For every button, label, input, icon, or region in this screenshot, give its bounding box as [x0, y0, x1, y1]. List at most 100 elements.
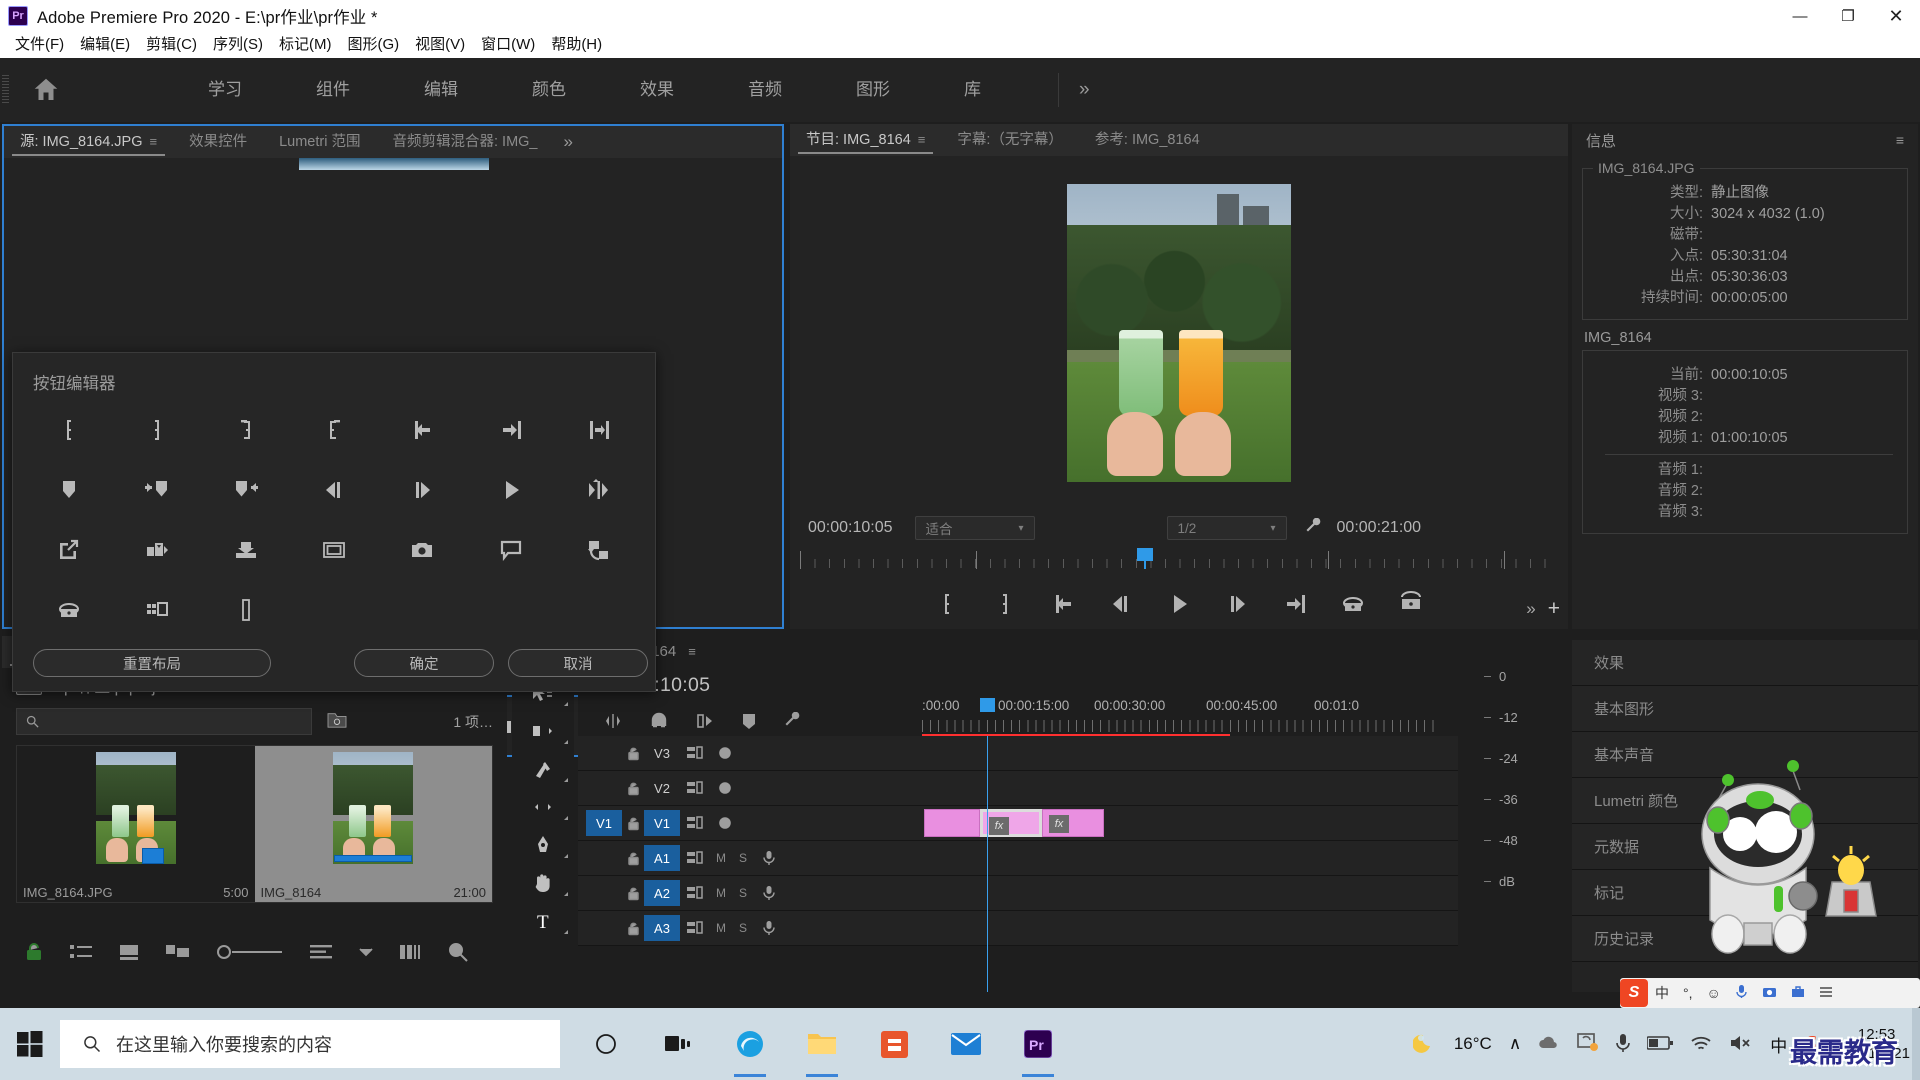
edge-icon[interactable] — [728, 1020, 772, 1077]
track-name-V3[interactable]: V3 — [644, 740, 680, 766]
track-mute-button[interactable]: M — [710, 851, 732, 865]
track-visibility-icon[interactable] — [710, 781, 740, 795]
timeline-clip[interactable] — [924, 809, 980, 837]
store-icon[interactable] — [872, 1020, 916, 1068]
snap-in-timeline-icon[interactable] — [604, 712, 622, 733]
panel-tab-Lumetri 范围[interactable]: Lumetri 范围 — [263, 126, 376, 158]
hand-tool[interactable] — [512, 864, 574, 902]
mark-selection-icon[interactable] — [290, 410, 378, 450]
workspace-tab-1[interactable]: 组件 — [279, 58, 387, 122]
project-search-input[interactable] — [16, 708, 312, 735]
ime-menu-icon[interactable] — [1819, 985, 1833, 1001]
menu-item-0[interactable]: 文件(F) — [7, 32, 72, 58]
extract-icon[interactable] — [1398, 591, 1424, 617]
track-body-A2[interactable] — [922, 876, 1458, 910]
track-solo-button[interactable]: S — [732, 851, 754, 865]
workspace-tab-0[interactable]: 学习 — [171, 58, 279, 122]
panel-menu-icon[interactable]: ≡ — [918, 124, 926, 156]
track-body-V2[interactable] — [922, 771, 1458, 805]
track-lock-icon[interactable] — [622, 781, 644, 796]
cortana-icon[interactable] — [584, 1020, 628, 1068]
ok-button[interactable]: 确定 — [354, 649, 494, 677]
step-forward-icon[interactable] — [378, 470, 466, 510]
fit-select[interactable]: 适合 ▾ — [914, 516, 1035, 540]
program-playhead[interactable] — [1137, 548, 1153, 569]
ime-screenshot-icon[interactable] — [1762, 985, 1777, 1001]
magnet-icon[interactable] — [650, 712, 668, 733]
wifi-icon[interactable] — [1690, 1034, 1712, 1055]
workspace-tab-7[interactable]: 库 — [927, 58, 1018, 122]
icon-view-icon[interactable] — [118, 943, 140, 964]
program-time-ruler[interactable] — [800, 551, 1558, 573]
timeline-settings-icon[interactable] — [784, 711, 802, 733]
volume-muted-icon[interactable] — [1729, 1034, 1753, 1055]
overwrite-icon[interactable] — [202, 530, 290, 570]
mark-in-icon[interactable] — [25, 410, 113, 450]
comment-icon[interactable] — [466, 530, 554, 570]
source-patch-V1[interactable]: V1 — [586, 810, 622, 836]
track-name-V2[interactable]: V2 — [644, 775, 680, 801]
play-in-to-out-icon[interactable] — [555, 470, 643, 510]
track-lock-icon[interactable] — [622, 746, 644, 761]
track-sync-lock-icon[interactable] — [680, 746, 710, 760]
ime-mode-chinese[interactable]: 中 — [1655, 983, 1669, 1003]
find-icon[interactable] — [326, 711, 348, 732]
list-view-icon[interactable] — [70, 944, 92, 963]
lift-icon[interactable] — [1340, 591, 1366, 617]
ime-emoji-icon[interactable]: ☺ — [1707, 985, 1721, 1001]
weather-temperature[interactable]: 16°C — [1454, 1034, 1492, 1054]
screen-share-icon[interactable] — [1577, 1033, 1599, 1055]
track-name-A3[interactable]: A3 — [644, 915, 680, 941]
reset-layout-button[interactable]: 重置布局 — [33, 649, 271, 677]
task-view-icon[interactable] — [656, 1020, 700, 1068]
workspace-more-button[interactable]: » — [1059, 79, 1110, 101]
menu-item-5[interactable]: 图形(G) — [339, 32, 407, 58]
go-to-out-icon[interactable] — [466, 410, 554, 450]
track-solo-button[interactable]: S — [732, 921, 754, 935]
track-name-V1[interactable]: V1 — [644, 810, 680, 836]
menu-item-3[interactable]: 序列(S) — [205, 32, 271, 58]
home-icon[interactable] — [31, 75, 61, 105]
add-marker-icon[interactable] — [25, 470, 113, 510]
step-forward-icon[interactable] — [1224, 591, 1250, 617]
track-sync-lock-icon[interactable] — [680, 816, 710, 830]
find-icon[interactable] — [448, 942, 468, 965]
info-panel-menu-icon[interactable]: ≡ — [1896, 132, 1904, 148]
workspace-tab-4[interactable]: 效果 — [603, 58, 711, 122]
camera-icon[interactable] — [378, 530, 466, 570]
lock-icon[interactable] — [24, 942, 44, 965]
mark-in-icon[interactable] — [934, 591, 960, 617]
go-to-in-icon[interactable] — [1050, 591, 1076, 617]
source-patch-A3[interactable] — [586, 915, 622, 941]
mark-out-icon[interactable] — [113, 410, 201, 450]
track-mute-button[interactable]: M — [710, 921, 732, 935]
workspace-tab-3[interactable]: 颜色 — [495, 58, 603, 122]
ime-punctuation-icon[interactable]: °, — [1683, 985, 1693, 1001]
panel-tab-字幕:（无字幕）[interactable]: 字幕:（无字幕） — [941, 124, 1079, 156]
onedrive-icon[interactable] — [1538, 1035, 1560, 1054]
file-explorer-icon[interactable] — [800, 1020, 844, 1077]
go-to-out-icon[interactable] — [1282, 591, 1308, 617]
show-desktop-button[interactable] — [1912, 1008, 1920, 1080]
start-button[interactable] — [0, 1008, 60, 1080]
menu-item-7[interactable]: 窗口(W) — [473, 32, 543, 58]
linked-selection-icon[interactable] — [696, 712, 714, 733]
track-visibility-icon[interactable] — [710, 746, 740, 760]
source-patch-A2[interactable] — [586, 880, 622, 906]
timeline-time-ruler[interactable]: :00:00 00:00:15:00 00:00:30:00 00:00:45:… — [922, 698, 1440, 738]
track-lock-icon[interactable] — [622, 851, 644, 866]
track-body-A1[interactable] — [922, 841, 1458, 875]
ime-language-indicator[interactable]: 中 — [1770, 1032, 1787, 1057]
track-lock-icon[interactable] — [622, 816, 644, 831]
track-body-V3[interactable] — [922, 736, 1458, 770]
chevron-down-icon[interactable] — [358, 946, 374, 961]
workspace-tab-5[interactable]: 音频 — [711, 58, 819, 122]
sort-icon[interactable] — [310, 944, 332, 963]
panel-tab-节目: IMG_8164[interactable]: 节目: IMG_8164 ≡ — [790, 124, 941, 156]
program-add-button[interactable]: + — [1548, 597, 1560, 621]
track-lock-icon[interactable] — [622, 886, 644, 901]
cancel-button[interactable]: 取消 — [508, 649, 648, 677]
track-name-A1[interactable]: A1 — [644, 845, 680, 871]
menu-item-8[interactable]: 帮助(H) — [543, 32, 610, 58]
project-item[interactable]: IMG_8164 21:00 — [254, 746, 492, 902]
